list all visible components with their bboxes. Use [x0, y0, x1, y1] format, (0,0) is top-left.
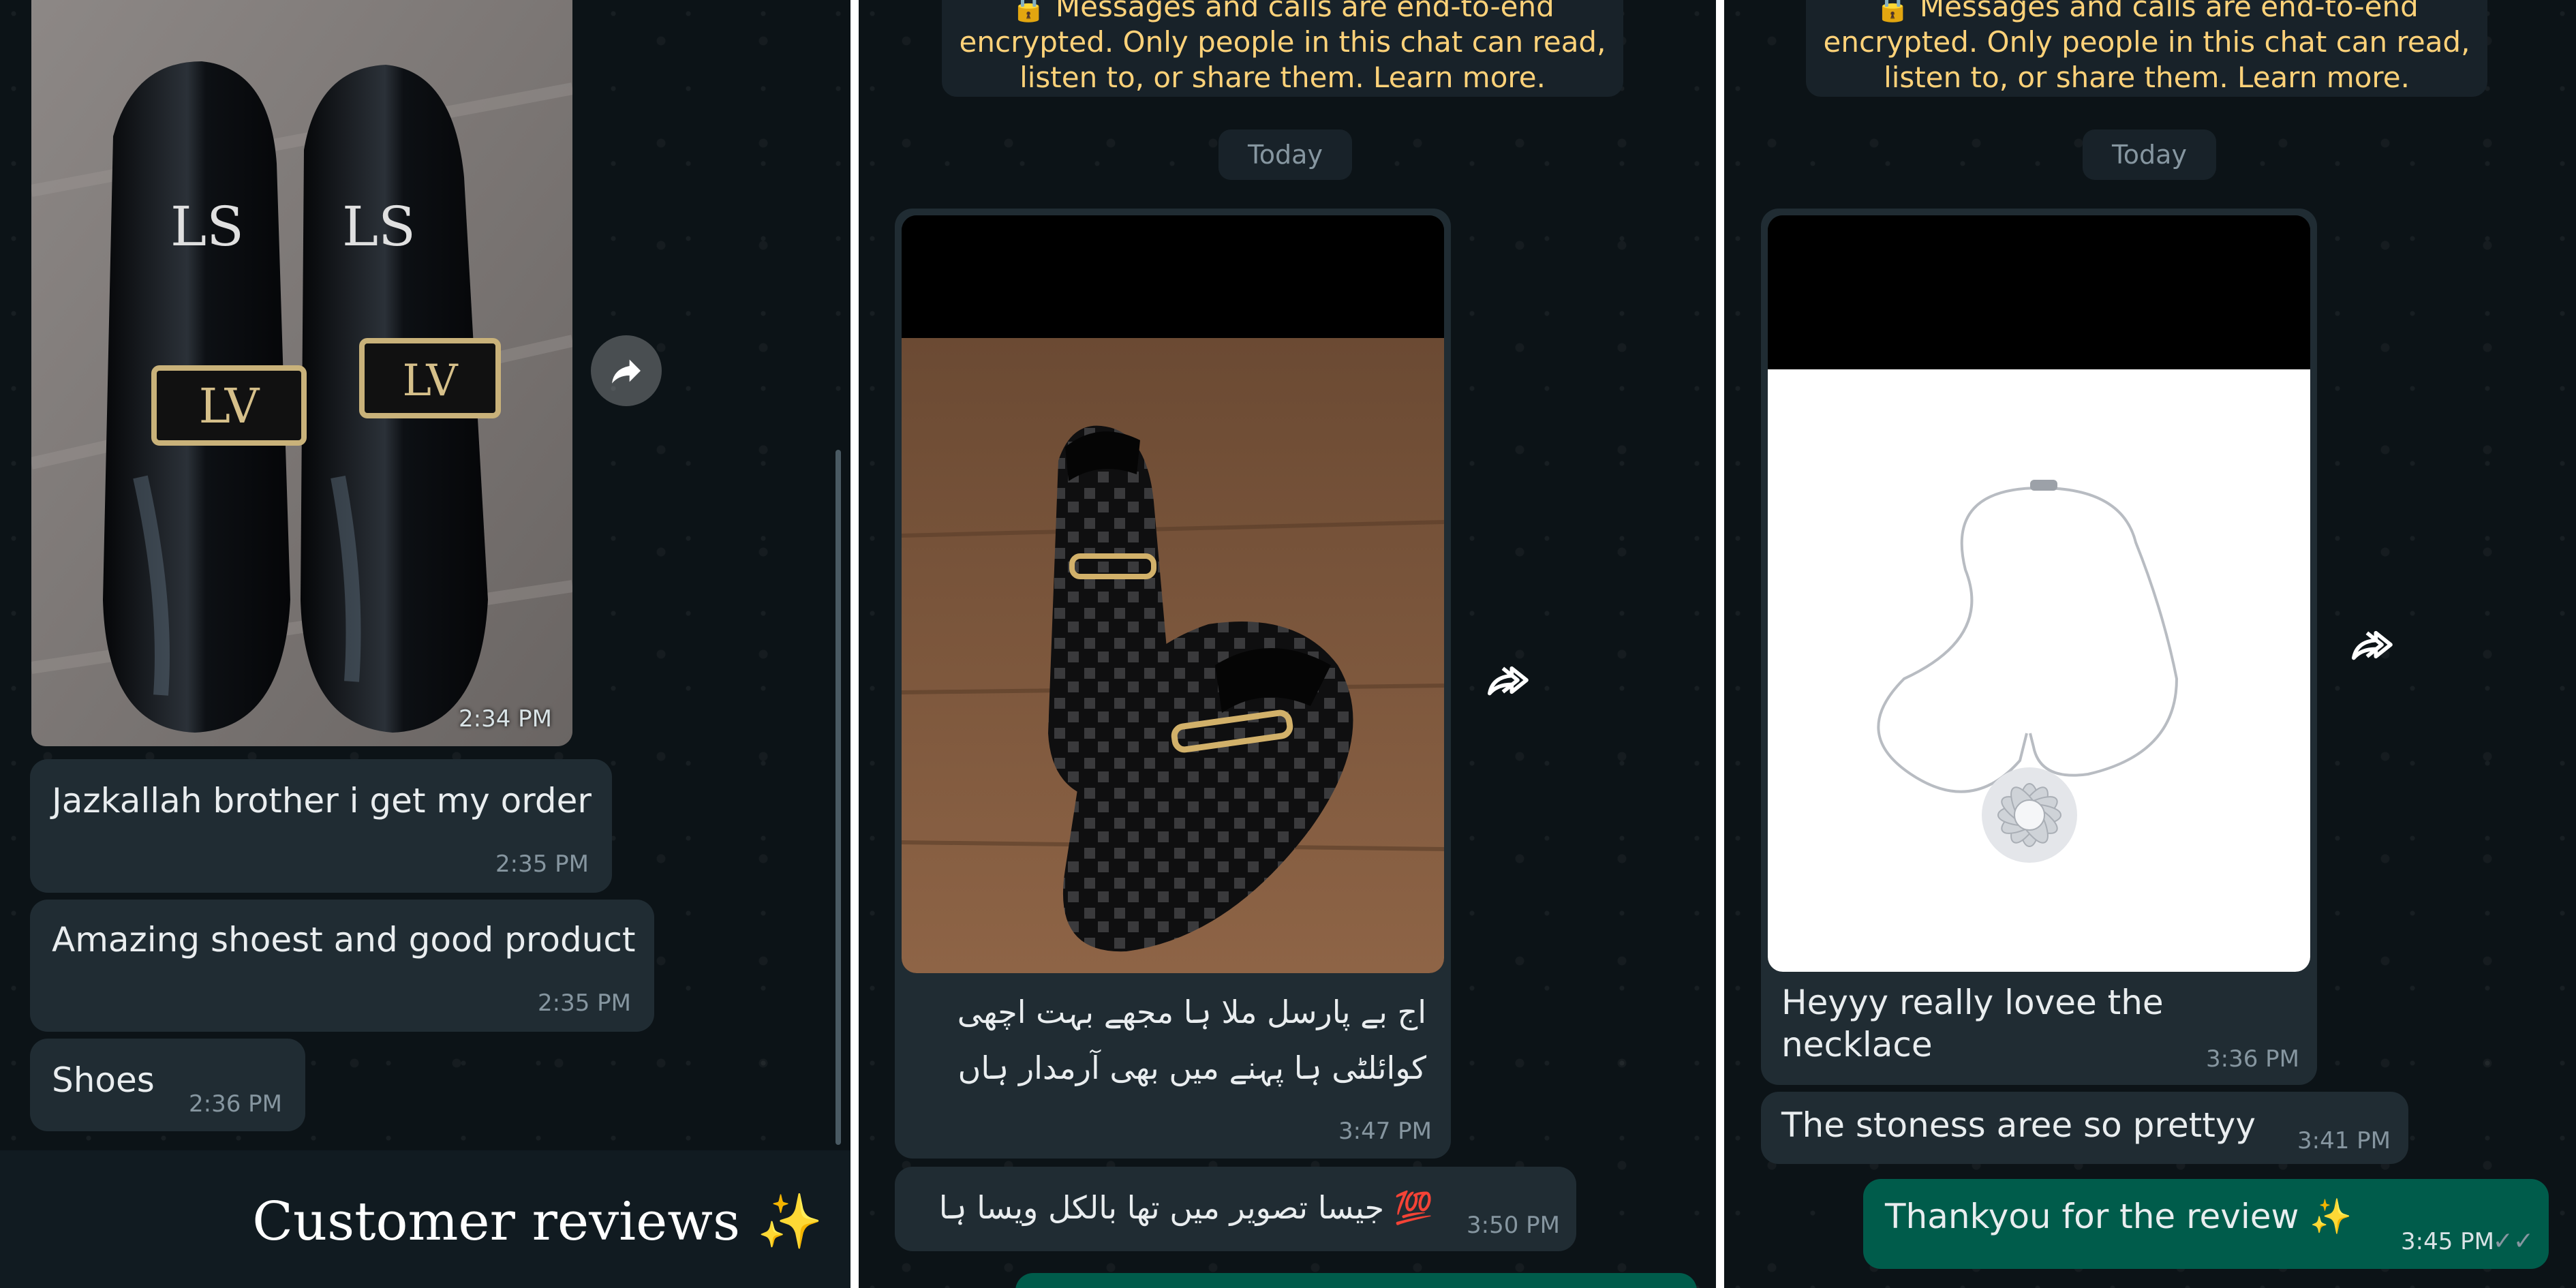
date-label: Today — [1218, 129, 1352, 180]
necklace-photo-graphic — [1768, 215, 2310, 972]
message-text: Heyyy really lovee the necklace — [1781, 983, 2164, 1064]
date-label-text: Today — [2112, 140, 2187, 170]
caption-bar: Customer reviews ✨ — [0, 1150, 850, 1288]
message-bubble[interactable]: Shoes 2:36 PM — [30, 1039, 305, 1131]
forward-button[interactable] — [591, 335, 662, 406]
message-text: The stoness aree so prettyy — [1781, 1105, 2256, 1145]
message-timestamp: 2:36 PM — [189, 1090, 282, 1118]
svg-text:LS: LS — [342, 195, 416, 258]
message-timestamp: 3:41 PM — [2297, 1127, 2391, 1154]
message-text: 💯 جیسا تصویر میں تھا بالکل ویسا ہا — [938, 1189, 1433, 1226]
loafer-photo-graphic — [902, 215, 1444, 973]
image-timestamp: 2:34 PM — [459, 705, 552, 733]
encryption-notice-text: 🔒 Messages and calls are end-to-end encr… — [959, 0, 1606, 94]
message-timestamp: 3:36 PM — [2206, 1045, 2299, 1073]
shoe-photo-lv[interactable]: LV LV LS LS 2:34 PM — [31, 0, 572, 746]
outgoing-message-bubble[interactable]: Thankyou for the review ✨ 3:45 PM ✓✓ — [1863, 1179, 2549, 1269]
forward-icon — [2352, 630, 2393, 660]
chat-panel-2: 🔒 Messages and calls are end-to-end encr… — [859, 0, 1716, 1288]
date-label-text: Today — [1248, 140, 1323, 170]
svg-text:LS: LS — [170, 195, 244, 258]
scrollbar[interactable] — [835, 450, 841, 1145]
message-bubble[interactable]: Jazkallah brother i get my order 2:35 PM — [30, 759, 612, 893]
message-bubble[interactable]: The stoness aree so prettyy 3:41 PM — [1761, 1092, 2408, 1164]
message-timestamp: 2:35 PM — [495, 850, 589, 878]
forward-button[interactable] — [1473, 645, 1544, 716]
shoe-photo-lv-graphic: LV LV LS LS — [31, 0, 572, 746]
forward-icon — [1488, 666, 1529, 696]
message-timestamp: 3:50 PM — [1467, 1212, 1560, 1239]
encryption-notice[interactable]: 🔒 Messages and calls are end-to-end encr… — [942, 0, 1623, 97]
image-message-bubble[interactable]: اج بے پارسل ملا ہا مجھے بہت اچھی کوائلٹی… — [895, 209, 1451, 1159]
partial-outgoing-bubble — [1015, 1273, 1697, 1288]
svg-text:LV: LV — [199, 378, 260, 434]
chat-panel-1: LV LV LS LS 2:34 PM Jazkallah brother i … — [0, 0, 850, 1288]
message-text: Shoes — [52, 1060, 155, 1100]
message-text: اج بے پارسل ملا ہا مجھے بہت اچھی کوائلٹی… — [957, 994, 1426, 1086]
chat-panel-3: 🔒 Messages and calls are end-to-end encr… — [1724, 0, 2576, 1288]
forward-button[interactable] — [2337, 609, 2408, 680]
necklace-photo[interactable] — [1768, 215, 2310, 972]
message-timestamp: 3:47 PM — [1338, 1118, 1432, 1145]
encryption-notice[interactable]: 🔒 Messages and calls are end-to-end encr… — [1806, 0, 2487, 97]
forward-icon — [612, 359, 641, 384]
encryption-notice-text: 🔒 Messages and calls are end-to-end encr… — [1823, 0, 2470, 94]
loafer-photo[interactable] — [902, 215, 1444, 973]
message-bubble[interactable]: Amazing shoest and good product 2:35 PM — [30, 900, 654, 1032]
image-message-bubble[interactable]: Heyyy really lovee the necklace 3:36 PM — [1761, 209, 2317, 1085]
message-text: Jazkallah brother i get my order — [52, 781, 592, 821]
message-timestamp: 3:45 PM — [2401, 1228, 2494, 1255]
svg-text:LV: LV — [402, 356, 459, 406]
message-text: Amazing shoest and good product — [52, 920, 636, 960]
customer-reviews-caption: Customer reviews ✨ — [252, 1191, 823, 1253]
date-label: Today — [2083, 129, 2216, 180]
double-check-icon: ✓✓ — [2492, 1227, 2534, 1255]
message-timestamp: 2:35 PM — [538, 990, 631, 1017]
message-text: Thankyou for the review ✨ — [1885, 1197, 2352, 1236]
message-bubble[interactable]: 💯 جیسا تصویر میں تھا بالکل ویسا ہا 3:50 … — [895, 1167, 1576, 1251]
